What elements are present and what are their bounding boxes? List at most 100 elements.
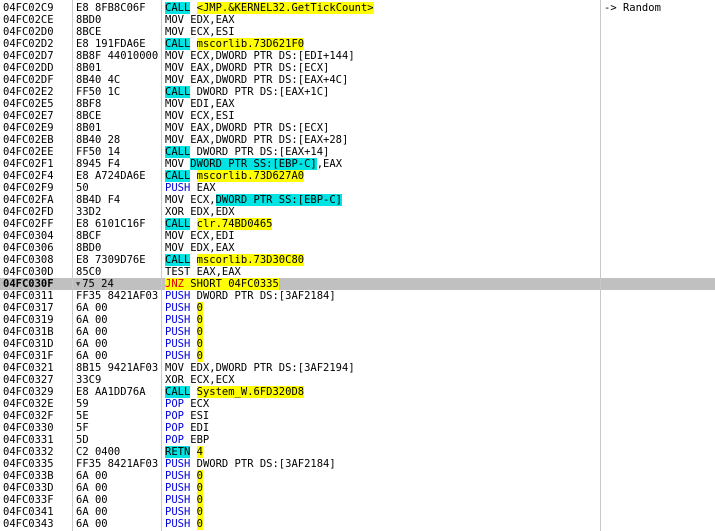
bytes-cell: 8B4D F4	[76, 194, 121, 206]
bytes-cell: FF50 14	[76, 146, 121, 158]
disasm-row[interactable]: 04FC0321 8B15 9421AF03 MOV EDX,DWORD PTR D…	[0, 362, 715, 374]
disasm-row[interactable]: 04FC0341 6A 00 PUSH 0	[0, 506, 715, 518]
disasm-row[interactable]: 04FC0311 FF35 8421AF03 PUSH DWORD PTR DS:[…	[0, 290, 715, 302]
address-cell: 04FC030D	[3, 266, 54, 278]
comment-cell	[601, 86, 715, 98]
code-segment: CALL	[165, 38, 191, 50]
bytes-cell: E8 191FDA6E	[76, 38, 146, 50]
address-cell: 04FC02D7	[3, 50, 54, 62]
address-cell: 04FC0304	[3, 230, 54, 242]
disasm-cell: POP ESI	[162, 410, 601, 422]
disasm-row[interactable]: 04FC02E5 8BF8 MOV EDI,EAX	[0, 98, 715, 110]
code-segment: 4	[196, 446, 203, 458]
bytes-cell: 5F	[76, 422, 89, 434]
code-segment: TEST EAX,EAX	[165, 266, 241, 278]
disasm-row[interactable]: 04FC02C9 E8 8FB8C06F CALL <JMP.&KERNEL32.G…	[0, 2, 715, 14]
disasm-row[interactable]: 04FC0331 5D POP EBP	[0, 434, 715, 446]
address-cell: 04FC031B	[3, 326, 54, 338]
comment-cell	[601, 338, 715, 350]
comment-cell	[601, 398, 715, 410]
disasm-row[interactable]: 04FC02F4 E8 A724DA6E CALL mscorlib.73D627A…	[0, 170, 715, 182]
disasm-cell: PUSH 0	[162, 506, 601, 518]
address-cell: 04FC032F	[3, 410, 54, 422]
disasm-row[interactable]: 04FC031D 6A 00 PUSH 0	[0, 338, 715, 350]
bytes-cell: E8 A724DA6E	[76, 170, 146, 182]
address-cell: 04FC02E2	[3, 86, 54, 98]
disasm-row[interactable]: 04FC031F 6A 00 PUSH 0	[0, 350, 715, 362]
code-segment: RETN	[165, 446, 191, 458]
code-segment: EAX	[190, 182, 216, 194]
address-cell: 04FC0331	[3, 434, 54, 446]
disasm-row[interactable]: 04FC02F1 8945 F4 MOV DWORD PTR SS:[EBP-C],…	[0, 158, 715, 170]
disasm-row[interactable]: 04FC033D 6A 00 PUSH 0	[0, 482, 715, 494]
code-segment: MOV ECX,EDI	[165, 230, 235, 242]
disasm-row[interactable]: 04FC0343 6A 00 PUSH 0	[0, 518, 715, 530]
code-segment: 0	[196, 302, 203, 314]
code-segment: mscorlib.73D621F0	[196, 38, 305, 50]
disasm-row[interactable]: 04FC02D7 8B8F 44010000 MOV ECX,DWORD PTR D…	[0, 50, 715, 62]
disasm-cell: PUSH DWORD PTR DS:[3AF2184]	[162, 458, 601, 470]
disasm-row[interactable]: 04FC030F ▼ 75 24 JNZ SHORT 04FC0335	[0, 278, 715, 290]
disasm-row[interactable]: 04FC030D 85C0 TEST EAX,EAX	[0, 266, 715, 278]
bytes-cell: 6A 00	[76, 482, 108, 494]
bytes-cell: 8B01	[76, 122, 102, 134]
bytes-cell: 5E	[76, 410, 89, 422]
disasm-row[interactable]: 04FC02DD 8B01 MOV EAX,DWORD PTR DS:[ECX]	[0, 62, 715, 74]
comment-cell	[601, 206, 715, 218]
disasm-row[interactable]: 04FC0319 6A 00 PUSH 0	[0, 314, 715, 326]
disasm-row[interactable]: 04FC02EB 8B40 28 MOV EAX,DWORD PTR DS:[EAX…	[0, 134, 715, 146]
disasm-cell: MOV EAX,DWORD PTR DS:[EAX+4C]	[162, 74, 601, 86]
disasm-row[interactable]: 04FC032F 5E POP ESI	[0, 410, 715, 422]
disasm-row[interactable]: 04FC033F 6A 00 PUSH 0	[0, 494, 715, 506]
comment-cell	[601, 326, 715, 338]
code-segment: POP	[165, 410, 184, 422]
disasm-row[interactable]: 04FC0327 33C9 XOR ECX,ECX	[0, 374, 715, 386]
disasm-row[interactable]: 04FC0330 5F POP EDI	[0, 422, 715, 434]
disasm-cell: MOV EDX,EAX	[162, 14, 601, 26]
disasm-row[interactable]: 04FC02DF 8B40 4C MOV EAX,DWORD PTR DS:[EAX…	[0, 74, 715, 86]
disasm-row[interactable]: 04FC0308 E8 7309D76E CALL mscorlib.73D30C8…	[0, 254, 715, 266]
bytes-cell: E8 7309D76E	[76, 254, 146, 266]
address-cell: 04FC02FF	[3, 218, 54, 230]
disasm-cell: PUSH DWORD PTR DS:[3AF2184]	[162, 290, 601, 302]
disasm-row[interactable]: 04FC02EE FF50 14 CALL DWORD PTR DS:[EAX+14…	[0, 146, 715, 158]
disasm-cell: PUSH 0	[162, 338, 601, 350]
code-segment: CALL	[165, 170, 191, 182]
code-segment: 0	[196, 350, 203, 362]
disasm-row[interactable]: 04FC02E7 8BCE MOV ECX,ESI	[0, 110, 715, 122]
address-cell: 04FC02F1	[3, 158, 54, 170]
code-segment: EDI	[183, 422, 210, 434]
disasm-cell: XOR EDX,EDX	[162, 206, 601, 218]
disasm-row[interactable]: 04FC02E2 FF50 1C CALL DWORD PTR DS:[EAX+1C…	[0, 86, 715, 98]
disasm-row[interactable]: 04FC0329 E8 AA1DD76A CALL System_W.6FD320D…	[0, 386, 715, 398]
disasm-cell: MOV EAX,DWORD PTR DS:[EAX+28]	[162, 134, 601, 146]
disasm-row[interactable]: 04FC02D2 E8 191FDA6E CALL mscorlib.73D621F…	[0, 38, 715, 50]
disasm-row[interactable]: 04FC0304 8BCF MOV ECX,EDI	[0, 230, 715, 242]
disasm-row[interactable]: 04FC02F9 50 PUSH EAX	[0, 182, 715, 194]
comment-cell	[601, 290, 715, 302]
code-segment: 0	[196, 314, 203, 326]
disasm-row[interactable]: 04FC02E9 8B01 MOV EAX,DWORD PTR DS:[ECX]	[0, 122, 715, 134]
disasm-row[interactable]: 04FC02FA 8B4D F4 MOV ECX,DWORD PTR SS:[EBP…	[0, 194, 715, 206]
code-segment: MOV EAX,DWORD PTR DS:[EAX+28]	[165, 134, 349, 146]
disasm-row[interactable]: 04FC0332 C2 0400 RETN 4	[0, 446, 715, 458]
disasm-row[interactable]: 04FC0335 FF35 8421AF03 PUSH DWORD PTR DS:[…	[0, 458, 715, 470]
disasm-row[interactable]: 04FC0306 8BD0 MOV EDX,EAX	[0, 242, 715, 254]
address-cell: 04FC02EE	[3, 146, 54, 158]
disasm-row[interactable]: 04FC031B 6A 00 PUSH 0	[0, 326, 715, 338]
code-segment: 0	[196, 518, 203, 530]
disasm-row[interactable]: 04FC02CE 8BD0 MOV EDX,EAX	[0, 14, 715, 26]
disasm-row[interactable]: 04FC02D0 8BCE MOV ECX,ESI	[0, 26, 715, 38]
disasm-row[interactable]: 04FC02FF E8 6101C16F CALL clr.74BD0465	[0, 218, 715, 230]
disasm-row[interactable]: 04FC0317 6A 00 PUSH 0	[0, 302, 715, 314]
disasm-row[interactable]: 04FC032E 59 POP ECX	[0, 398, 715, 410]
disasm-row[interactable]: 04FC033B 6A 00 PUSH 0	[0, 470, 715, 482]
disasm-cell: PUSH 0	[162, 518, 601, 530]
bytes-cell: 8BD0	[76, 14, 102, 26]
address-cell: 04FC02F9	[3, 182, 54, 194]
bytes-cell: E8 6101C16F	[76, 218, 146, 230]
code-segment: CALL	[165, 86, 191, 98]
disasm-row[interactable]: 04FC02FD 33D2 XOR EDX,EDX	[0, 206, 715, 218]
